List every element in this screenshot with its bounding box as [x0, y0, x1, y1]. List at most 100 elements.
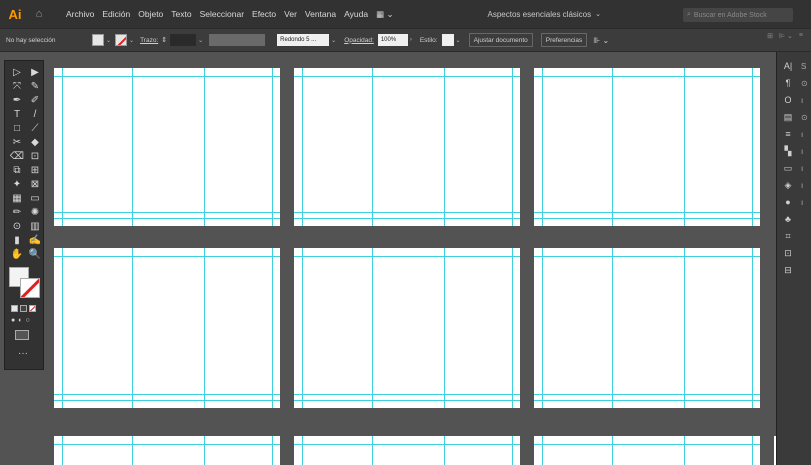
panel-menu-icon[interactable]: ⊫ ⌄ [779, 32, 793, 40]
panel-icon[interactable]: ı [801, 143, 811, 159]
paintbrush-tool-icon[interactable]: ⟋ [26, 123, 44, 135]
stock-search-input[interactable]: ⌕ Buscar en Adobe Stock [683, 8, 793, 22]
opentype-panel-icon[interactable]: O [779, 92, 797, 108]
document-setup-button[interactable]: Ajustar documento [468, 33, 533, 47]
draw-normal-icon[interactable]: ● [11, 317, 15, 324]
character-panel-icon[interactable]: A| [779, 58, 797, 74]
stroke-color-box[interactable] [20, 278, 40, 298]
gradient-mode-icon[interactable] [20, 305, 27, 312]
artboard[interactable] [534, 436, 760, 465]
panel-icon[interactable]: ı [801, 194, 811, 210]
panel-icon[interactable]: ı [801, 177, 811, 193]
eyedropper-tool-icon[interactable]: ✏ [8, 207, 26, 219]
direct-selection-tool-icon[interactable]: ▶ [26, 67, 44, 79]
artboards-panel-icon[interactable]: ⊡ [779, 245, 797, 261]
opacity-field[interactable]: 100% [377, 34, 408, 46]
preferences-button[interactable]: Preferencias [540, 33, 588, 47]
stroke-panel-icon[interactable]: ≡ [779, 126, 797, 142]
chevron-down-icon[interactable]: ⌄ [106, 37, 111, 44]
none-mode-icon[interactable] [29, 305, 36, 312]
transform-icon[interactable]: ⊞ [767, 32, 773, 40]
paragraph-panel-icon[interactable]: ¶ [779, 75, 797, 91]
symbol-sprayer-tool-icon[interactable]: ✦ [8, 179, 26, 191]
symbols-panel-icon[interactable]: ♣ [779, 211, 797, 227]
artboard[interactable] [294, 68, 520, 226]
draw-behind-icon[interactable]: ◐ [18, 317, 22, 324]
appearance-panel-icon[interactable]: ◈ [779, 177, 797, 193]
home-icon[interactable]: ⌂ [32, 7, 46, 21]
menu-objeto[interactable]: Objeto [134, 9, 167, 20]
stroke-label[interactable]: Trazo: [140, 37, 158, 44]
transparency-panel-icon[interactable]: ▚ [779, 143, 797, 159]
line-tool-icon[interactable]: / [26, 109, 44, 121]
overflow-icon[interactable]: ≡ [799, 32, 803, 40]
chevron-right-icon[interactable]: › [410, 37, 412, 43]
gradient-tool-icon[interactable]: ▭ [26, 193, 44, 205]
fill-stroke-widget[interactable] [9, 267, 41, 299]
menu-archivo[interactable]: Archivo [62, 9, 98, 20]
mesh-tool-icon[interactable]: ▦ [8, 193, 26, 205]
panel-icon[interactable]: ı [801, 160, 811, 176]
links-panel-icon[interactable]: ⊟ [779, 262, 797, 278]
chevron-down-icon[interactable]: ⌄ [198, 37, 203, 44]
chevron-down-icon[interactable]: ⌄ [331, 37, 336, 44]
style-swatch[interactable] [441, 34, 454, 46]
swatches-panel-icon[interactable]: S [801, 58, 811, 74]
gradient-panel-icon[interactable]: ▭ [779, 160, 797, 176]
selection-tool-icon[interactable]: ▷ [8, 67, 26, 79]
menu-ayuda[interactable]: Ayuda [340, 9, 372, 20]
menu-ver[interactable]: Ver [280, 9, 301, 20]
chevron-down-icon[interactable]: ⌄ [129, 37, 134, 44]
stroke-swatch[interactable] [115, 34, 128, 46]
stepper-icon[interactable]: ⇕ [161, 36, 167, 44]
pencil-tool-icon[interactable]: ✍ [26, 235, 44, 247]
slice-tool-icon[interactable]: ⊠ [26, 179, 44, 191]
shaper-tool-icon[interactable]: ◆ [26, 137, 44, 149]
rectangle-tool-icon[interactable]: □ [8, 123, 26, 135]
panel-icon[interactable]: ı [801, 126, 811, 142]
align-panel-icon[interactable]: ▤ [779, 109, 797, 125]
chevron-down-icon[interactable]: ⌄ [456, 37, 461, 44]
workspace-switcher[interactable]: Aspectos esenciales clásicos ⌄ [484, 0, 601, 28]
zoom-tool-icon[interactable]: 🔍 [26, 249, 44, 261]
blend-tool-icon[interactable]: ✺ [26, 207, 44, 219]
artboard-canvas[interactable] [46, 52, 776, 465]
scissors-tool-icon[interactable]: ✂ [8, 137, 26, 149]
shape-builder-tool-icon[interactable]: ⧉ [8, 165, 26, 177]
screen-mode-icon[interactable] [15, 330, 29, 340]
menu-seleccionar[interactable]: Seleccionar [196, 9, 248, 20]
menu-efecto[interactable]: Efecto [248, 9, 280, 20]
column-graph-tool-icon[interactable]: ▥ [26, 221, 44, 233]
color-mode-icon[interactable] [11, 305, 18, 312]
symbol-tool-icon[interactable]: ⊙ [8, 221, 26, 233]
fill-swatch[interactable] [92, 34, 104, 46]
menu-edicion[interactable]: Edición [98, 9, 134, 20]
free-transform-tool-icon[interactable]: ⊡ [26, 151, 44, 163]
draw-inside-icon[interactable]: ○ [25, 317, 29, 324]
hand-tool-icon[interactable]: ✋ [8, 249, 26, 261]
stroke-weight-field[interactable] [170, 34, 197, 46]
panel-icon[interactable]: ı [801, 92, 811, 108]
menu-texto[interactable]: Texto [167, 9, 195, 20]
artboard[interactable] [294, 436, 520, 465]
artboard[interactable] [54, 68, 280, 226]
brush-definition-field[interactable]: Redondo 5 ... [277, 34, 330, 46]
arrange-documents-icon[interactable]: ▦ ⌄ [372, 9, 398, 20]
artboard[interactable] [534, 68, 760, 226]
perspective-grid-tool-icon[interactable]: ⊞ [26, 165, 44, 177]
curvature-tool-icon[interactable]: ✐ [26, 95, 44, 107]
menu-ventana[interactable]: Ventana [301, 9, 340, 20]
artboard-tool-icon[interactable]: ▮ [8, 235, 26, 247]
eraser-tool-icon[interactable]: ⌫ [8, 151, 26, 163]
lasso-tool-icon[interactable]: ✎ [26, 81, 44, 93]
artboard[interactable] [534, 248, 760, 408]
align-icon[interactable]: ⊪ ⌄ [593, 36, 609, 45]
edit-toolbar-icon[interactable]: ··· [18, 348, 43, 359]
magic-wand-tool-icon[interactable]: ⤧ [8, 81, 26, 93]
variable-width-field[interactable] [209, 34, 266, 46]
opacity-label[interactable]: Opacidad: [344, 37, 374, 44]
layers-panel-icon[interactable]: ⌗ [779, 228, 797, 244]
type-tool-icon[interactable]: T [8, 109, 26, 121]
artboard[interactable] [54, 436, 280, 465]
color-panel-icon[interactable]: ⊙ [801, 75, 811, 91]
